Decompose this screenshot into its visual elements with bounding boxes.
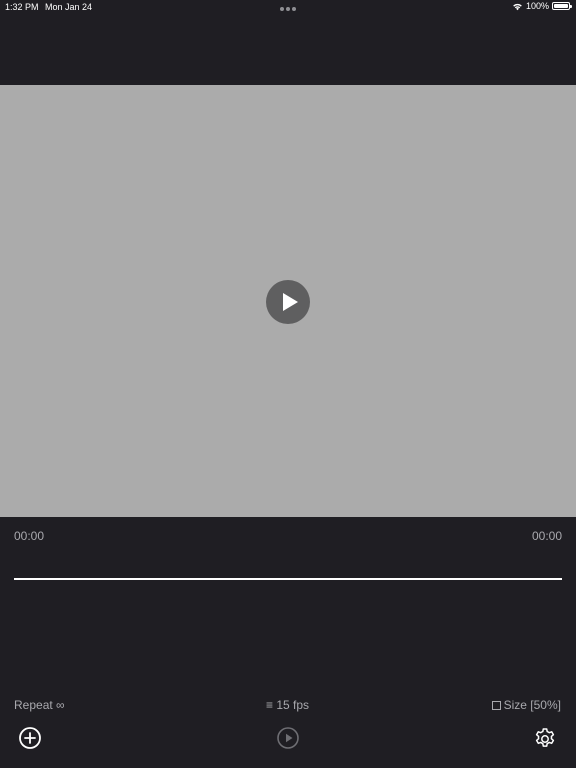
size-checkbox[interactable]	[491, 700, 501, 710]
status-indicators: 100%	[512, 1, 572, 11]
status-date: Mon Jan 24	[45, 2, 93, 12]
battery-icon	[552, 2, 572, 10]
fps-option[interactable]: ≡ 15 fps	[266, 698, 309, 712]
settings-button[interactable]	[533, 726, 557, 750]
wifi-icon	[513, 3, 522, 10]
status-bar: 1:32 PM Mon Jan 24 100%	[0, 0, 576, 14]
gear-icon	[535, 728, 555, 747]
play-icon	[282, 293, 298, 311]
repeat-option[interactable]: Repeat ∞	[14, 698, 65, 712]
size-option[interactable]: Size [50%]	[491, 698, 561, 712]
timeline-scrubber[interactable]	[14, 578, 562, 580]
status-time: 1:32 PM	[5, 2, 39, 12]
play-toolbar-button[interactable]	[276, 726, 300, 750]
play-circle-icon	[277, 727, 299, 749]
size-label: Size [50%]	[503, 698, 561, 712]
add-button[interactable]	[18, 726, 42, 750]
battery-percent: 100%	[525, 1, 549, 11]
total-duration: 00:00	[531, 529, 562, 543]
current-time: 00:00	[14, 529, 45, 543]
app-screen: 1:32 PM Mon Jan 24 100% 00:00 00:00 Repe…	[0, 0, 576, 768]
plus-circle-icon	[19, 727, 41, 749]
multitask-dots-icon[interactable]	[280, 7, 296, 11]
preview-play-button[interactable]	[266, 280, 310, 324]
